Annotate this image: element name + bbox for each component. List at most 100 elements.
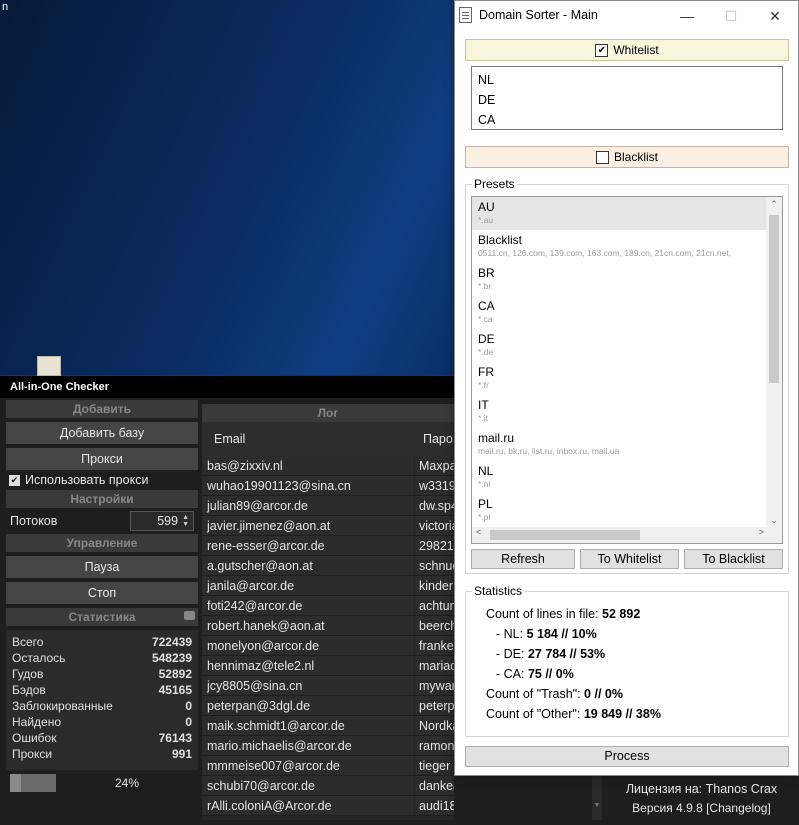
preset-domains: *.fr bbox=[478, 380, 489, 390]
log-row[interactable]: jcy8805@sina.cn mywar bbox=[202, 676, 454, 696]
presets-vertical-scrollbar[interactable]: ⌃ ⌄ bbox=[766, 197, 782, 528]
preset-item[interactable]: FR *.fr bbox=[472, 362, 782, 395]
scroll-left-icon[interactable]: < bbox=[476, 527, 481, 537]
preset-item[interactable]: AU *.au bbox=[472, 197, 782, 230]
preset-item[interactable]: CA *.ca bbox=[472, 296, 782, 329]
log-row[interactable]: wuhao19901123@sina.cn w3319 bbox=[202, 476, 454, 496]
proxy-button[interactable]: Прокси bbox=[6, 448, 198, 470]
stat-row: Заблокированные 0 bbox=[12, 698, 192, 714]
stat-ca-label: - CA: bbox=[496, 667, 528, 681]
stat-trash-label: Count of "Trash": bbox=[486, 687, 585, 701]
hscroll-thumb[interactable] bbox=[490, 530, 640, 540]
stat-de-value: 27 784 // 53% bbox=[527, 647, 606, 661]
preset-item[interactable]: BR *.br bbox=[472, 263, 782, 296]
process-button[interactable]: Process bbox=[465, 746, 789, 767]
log-row[interactable]: bas@zixxiv.nl Maxpa bbox=[202, 456, 454, 476]
add-base-button[interactable]: Добавить базу bbox=[6, 422, 198, 444]
stat-nl-label: - NL: bbox=[496, 627, 527, 641]
log-row[interactable]: a.gutscher@aon.atschnuc bbox=[202, 556, 454, 576]
scroll-down-icon[interactable]: ⌄ bbox=[766, 515, 782, 526]
log-row[interactable]: julian89@arcor.dedw.sp4 bbox=[202, 496, 454, 516]
presets-horizontal-scrollbar[interactable]: < > bbox=[472, 527, 768, 543]
whitelist-list[interactable]: NL DE CA bbox=[471, 66, 783, 130]
stop-button[interactable]: Стоп bbox=[6, 582, 198, 604]
stat-label: Осталось bbox=[12, 651, 66, 665]
whitelist-item[interactable]: CA bbox=[478, 110, 776, 130]
log-password: peterp bbox=[415, 696, 454, 715]
log-row[interactable]: robert.hanek@aon.at beerch bbox=[202, 616, 454, 636]
threads-row: Потоков 599 ▲ ▼ bbox=[6, 508, 198, 534]
control-section-header: Управление bbox=[6, 534, 198, 552]
stat-label: Найдено bbox=[12, 715, 62, 729]
stat-row: Гудов 52892 bbox=[12, 666, 192, 682]
log-email: mario.michaelis@arcor.de bbox=[202, 736, 414, 755]
preset-item[interactable]: PL *.pl bbox=[472, 494, 782, 527]
log-row[interactable]: hennimaz@tele2.nl mariac bbox=[202, 656, 454, 676]
refresh-button[interactable]: Refresh bbox=[471, 549, 575, 569]
password-column-header[interactable]: Паро bbox=[415, 422, 453, 456]
stat-label: Гудов bbox=[12, 667, 44, 681]
window-titlebar: Domain Sorter - Main — ☐ ✕ bbox=[455, 1, 798, 31]
desktop-file-icon[interactable] bbox=[37, 356, 61, 376]
version-text[interactable]: Версия 4.9.8 [Changelog] bbox=[604, 801, 799, 815]
spinner-arrows-icon[interactable]: ▲ ▼ bbox=[182, 514, 189, 528]
preset-item[interactable]: DE *.de bbox=[472, 329, 782, 362]
log-row[interactable]: mario.michaelis@arcor.de ramon bbox=[202, 736, 454, 756]
close-button[interactable]: ✕ bbox=[752, 5, 798, 27]
log-row[interactable]: foti242@arcor.de achtun bbox=[202, 596, 454, 616]
scroll-corner bbox=[766, 527, 782, 543]
preset-name: DE bbox=[478, 332, 495, 346]
whitelist-item[interactable]: NL bbox=[478, 70, 776, 90]
settings-section-header: Настройки bbox=[6, 490, 198, 508]
preset-domains: *.ca bbox=[478, 314, 493, 324]
log-row[interactable]: maik.schmidt1@arcor.deNordka bbox=[202, 716, 454, 736]
whitelist-item[interactable]: DE bbox=[478, 90, 776, 110]
whitelist-checkbox-icon[interactable]: ✔ bbox=[595, 43, 609, 57]
log-row[interactable]: rene-esser@arcor.de298210 bbox=[202, 536, 454, 556]
to-whitelist-button[interactable]: To Whitelist bbox=[580, 549, 679, 569]
whitelist-toggle[interactable]: ✔ Whitelist bbox=[465, 39, 789, 61]
minimize-button[interactable]: — bbox=[664, 5, 710, 27]
preset-domains: 0511.cn, 126.com, 139.com, 163.com, 189.… bbox=[478, 248, 732, 258]
camera-icon[interactable] bbox=[184, 611, 195, 620]
log-password: beerch bbox=[415, 616, 454, 635]
log-row[interactable]: monelyon@arcor.de franke bbox=[202, 636, 454, 656]
scroll-right-icon[interactable]: > bbox=[759, 527, 764, 537]
log-password: Nordka bbox=[415, 716, 454, 735]
log-row[interactable]: peterpan@3dgl.de peterp bbox=[202, 696, 454, 716]
preset-item[interactable]: IT *.it bbox=[472, 395, 782, 428]
use-proxy-checkbox[interactable]: ✔ Использовать прокси bbox=[6, 470, 198, 490]
blacklist-toggle[interactable]: Blacklist bbox=[465, 146, 789, 168]
stat-value: 52892 bbox=[158, 667, 192, 681]
log-row[interactable]: javier.jimenez@aon.atvictoria bbox=[202, 516, 454, 536]
preset-name: BR bbox=[478, 266, 495, 280]
stat-label: Ошибок bbox=[12, 731, 57, 745]
preset-item[interactable]: NL *.nl bbox=[472, 461, 782, 494]
pause-button[interactable]: Пауза bbox=[6, 556, 198, 578]
log-password: franke bbox=[415, 636, 454, 655]
email-column-header[interactable]: Email bbox=[202, 422, 415, 456]
log-row[interactable]: mmmeise007@arcor.de tieger bbox=[202, 756, 454, 776]
presets-items: AU *.au Blacklist 0511.cn, 126.com, 139.com… bbox=[472, 197, 782, 527]
log-row[interactable]: rAlli.coloniA@Arcor.deaudi18I bbox=[202, 796, 454, 816]
log-row[interactable]: janila@arcor.de kinder bbox=[202, 576, 454, 596]
preset-domains: *.br bbox=[478, 281, 492, 291]
stat-value: 45165 bbox=[158, 683, 192, 697]
scroll-up-icon[interactable]: ⌃ bbox=[766, 199, 782, 210]
preset-name: NL bbox=[478, 464, 494, 478]
stat-value: 76143 bbox=[158, 731, 192, 745]
preset-item[interactable]: Blacklist 0511.cn, 126.com, 139.com, 163.… bbox=[472, 230, 782, 263]
stat-label: Заблокированные bbox=[12, 699, 113, 713]
threads-spinner[interactable]: 599 ▲ ▼ bbox=[130, 511, 194, 531]
maximize-button[interactable]: ☐ bbox=[708, 5, 754, 27]
stats-list: Всего 722439 Осталось 548239 Гудов 52892 Бэдов… bbox=[12, 634, 192, 762]
preset-item[interactable]: mail.ru mail.ru, bk.ru, list.ru, inbox.ru… bbox=[472, 428, 782, 461]
log-header: Лог bbox=[202, 404, 454, 422]
to-blacklist-button[interactable]: To Blacklist bbox=[684, 549, 783, 569]
scroll-thumb[interactable] bbox=[769, 215, 779, 383]
presets-list[interactable]: AU *.au Blacklist 0511.cn, 126.com, 139.com… bbox=[471, 196, 783, 544]
log-password: w3319 bbox=[415, 476, 454, 495]
blacklist-checkbox-icon[interactable] bbox=[595, 150, 609, 164]
log-row[interactable]: schubi70@arcor.dedankeanke bbox=[202, 776, 454, 796]
stats-section-header: Статистика bbox=[6, 608, 198, 626]
